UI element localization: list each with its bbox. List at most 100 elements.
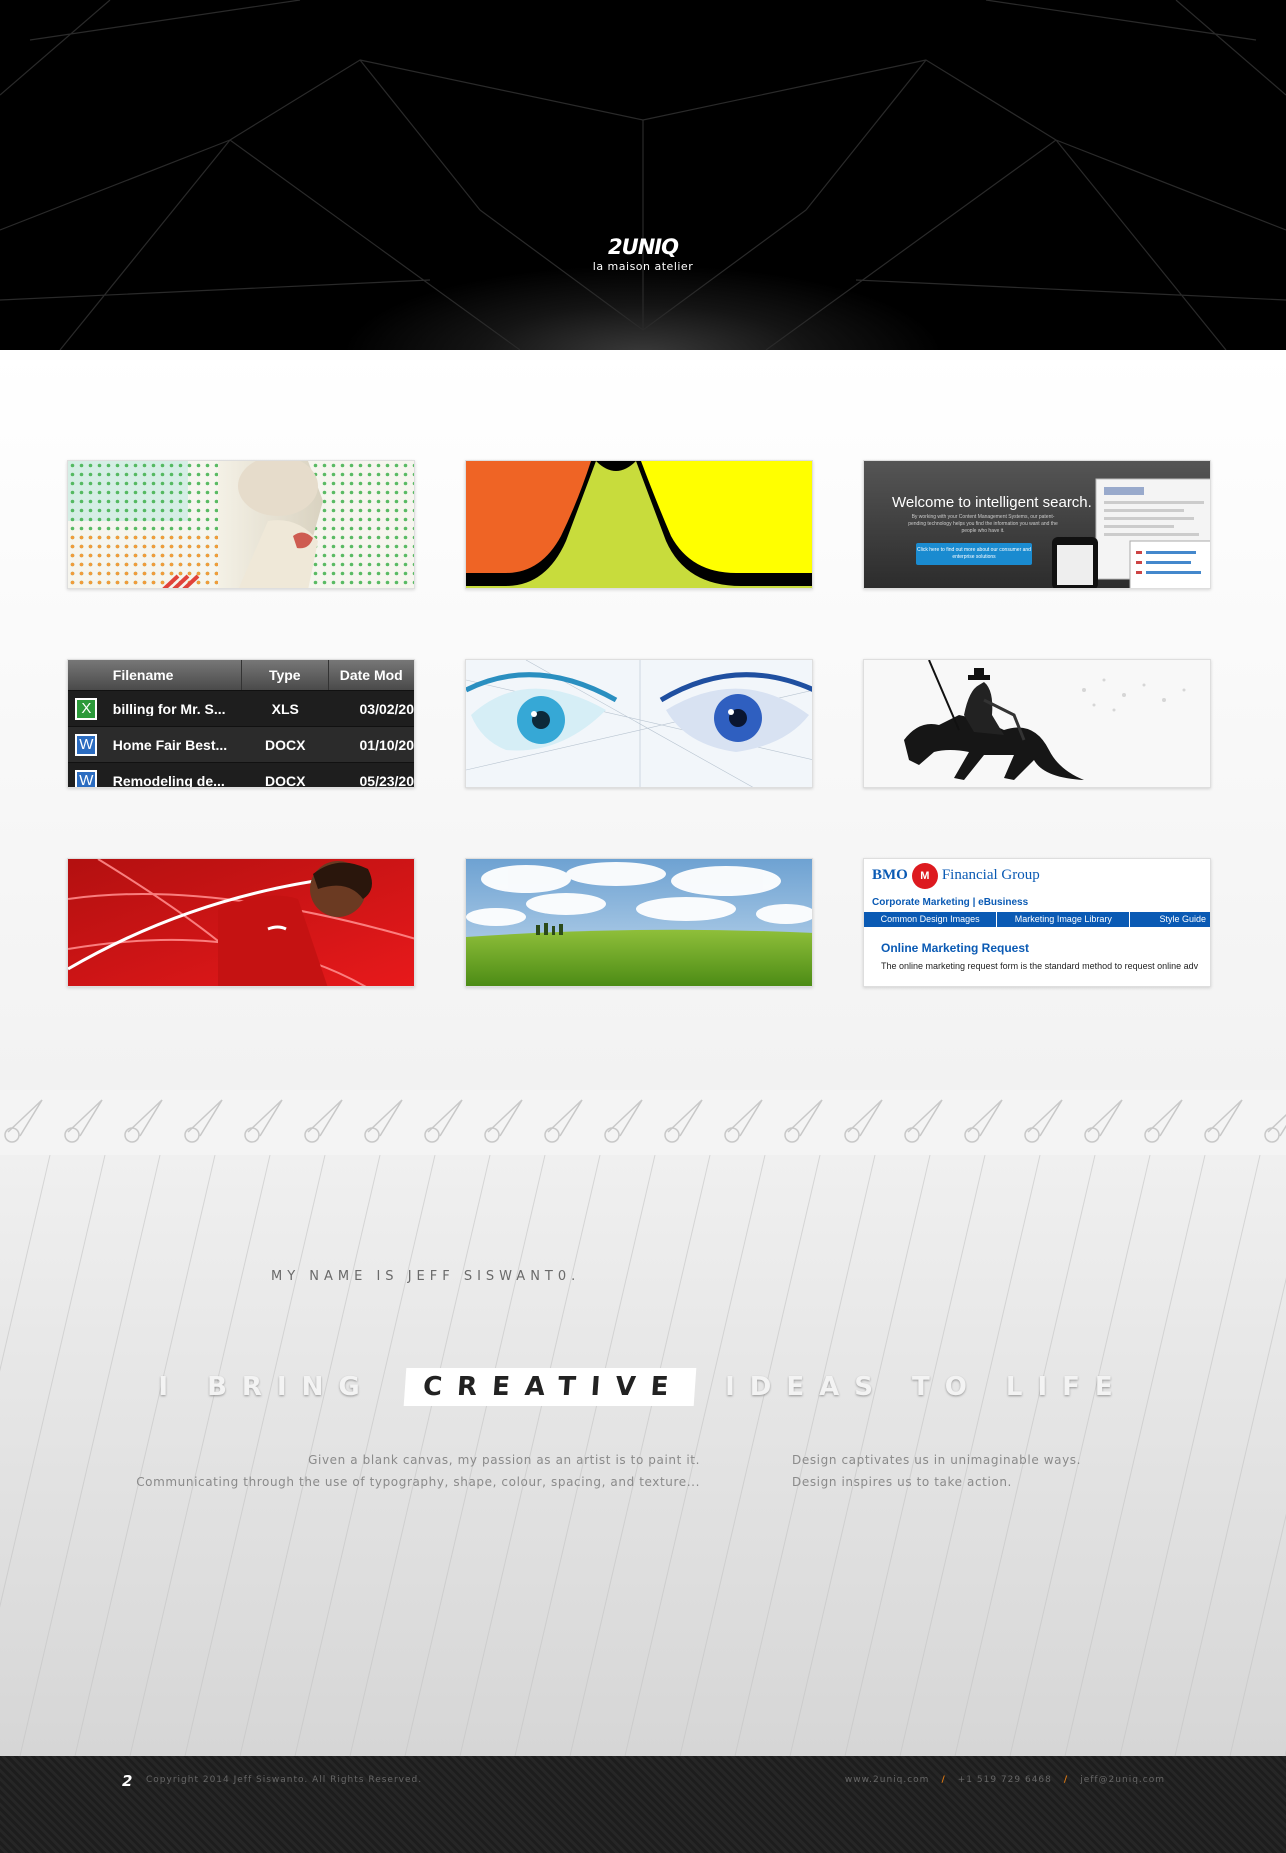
file-name: Remodeling de... — [112, 773, 225, 788]
portfolio-thumb-halftone-portrait[interactable] — [67, 460, 415, 589]
blade-icon — [844, 1099, 883, 1143]
file-type: XLS — [271, 700, 299, 717]
file-row: W Remodeling de... DOCX 05/23/20 — [68, 762, 415, 788]
file-date: 05/23/20 — [359, 773, 415, 788]
tagline-before: I BRING — [158, 1372, 375, 1402]
file-date: 03/02/20 — [359, 701, 415, 716]
diagonal-line — [1174, 1277, 1286, 1756]
bmo-nav-item: Marketing Image Library — [997, 912, 1131, 927]
blue-eyes-image — [466, 660, 812, 787]
blade-icon — [364, 1099, 403, 1143]
blade-icon — [664, 1099, 703, 1143]
halftone-portrait-image — [68, 461, 414, 588]
diagonal-line — [1229, 1513, 1286, 1756]
blade-icon — [544, 1099, 583, 1143]
file-type: DOCX — [265, 772, 306, 788]
blade-icon — [904, 1099, 943, 1143]
file-name: Home Fair Best... — [112, 737, 228, 752]
header-filename: Filename — [105, 660, 243, 690]
portfolio-thumb-file-table[interactable]: Filename Type Date Mod X billing for Mr.… — [67, 659, 415, 788]
file-row: W Home Fair Best... DOCX 01/10/20 — [68, 726, 414, 762]
search-ad-devices — [1052, 478, 1210, 588]
portfolio-thumb-bmo[interactable]: BMO M Financial Group Corporate Marketin… — [863, 858, 1211, 987]
file-name: billing for Mr. S... — [112, 701, 226, 716]
bmo-name: BMO — [872, 867, 908, 883]
blade-icon — [424, 1099, 463, 1143]
about-name: MY NAME IS JEFF SISWANT0. — [271, 1269, 581, 1284]
blade-icon — [604, 1099, 643, 1143]
footer-logo[interactable]: 2 — [122, 1772, 132, 1790]
footer-copyright: Copyright 2014 Jeff Siswanto. All Rights… — [146, 1775, 423, 1785]
blade-icon — [484, 1099, 523, 1143]
header-icon-column — [68, 660, 105, 690]
logo-tagline: la maison atelier — [592, 260, 694, 273]
bmo-financial-group: Financial Group — [941, 867, 1040, 883]
excel-icon: X — [75, 697, 98, 720]
diagonal-line — [0, 1155, 106, 1608]
blade-pattern — [4, 1099, 1286, 1143]
blade-icon — [1144, 1099, 1183, 1143]
footer: 2 Copyright 2014 Jeff Siswanto. All Righ… — [0, 1756, 1286, 1853]
word-icon: W — [75, 769, 98, 787]
file-type: DOCX — [265, 736, 306, 753]
blade-icon — [1264, 1114, 1286, 1143]
blade-icon — [1024, 1099, 1063, 1143]
blade-icon — [724, 1099, 763, 1143]
about-left-line-2: Communicating through the use of typogra… — [136, 1475, 700, 1489]
portfolio-thumb-intelligent-search[interactable]: Welcome to intelligent search. By workin… — [863, 460, 1211, 589]
bmo-header: BMO M Financial Group — [864, 859, 1210, 892]
separator-icon: / — [1063, 1775, 1069, 1785]
blade-divider — [0, 1090, 1286, 1155]
file-row: X billing for Mr. S... XLS 03/02/20 — [68, 690, 414, 726]
footer-email-link[interactable]: jeff@2uniq.com — [1080, 1775, 1165, 1785]
bmo-nav-item: Style Guide — [1159, 914, 1206, 924]
separator-icon: / — [941, 1775, 946, 1785]
blade-icon — [184, 1099, 223, 1143]
blade-icon — [1204, 1099, 1243, 1143]
portfolio-thumb-sprinter[interactable] — [67, 858, 415, 987]
tagline-highlight: CREATIVE — [403, 1368, 697, 1406]
bmo-heading: Online Marketing Request — [881, 941, 1030, 955]
diagonal-line — [0, 1155, 51, 1372]
bmo-subtitle: Corporate Marketing | eBusiness — [872, 897, 1029, 908]
portfolio-thumb-green-field[interactable] — [465, 858, 813, 987]
footer-phone[interactable]: +1 519 729 6468 — [958, 1775, 1052, 1785]
about-right-line-1: Design captivates us in unimaginable way… — [792, 1453, 1082, 1467]
horse-rider-image — [864, 660, 1210, 787]
bmo-nav: Common Design Images Marketing Image Lib… — [864, 912, 1210, 927]
file-date: 01/10/20 — [359, 737, 415, 752]
tagline-after: IDEAS TO LIFE — [725, 1372, 1128, 1402]
site-logo[interactable]: 2UNIQ la maison atelier — [0, 236, 1286, 274]
about-copy-right: Design captivates us in unimaginable way… — [792, 1449, 1081, 1493]
footer-contact: www.2uniq.com / +1 519 729 6468 / jeff@2uniq… — [845, 1775, 1165, 1785]
diagonal-line — [1064, 1155, 1206, 1756]
header-type: Type — [242, 660, 329, 690]
bmo-text: The online marketing request form is the… — [881, 961, 1199, 971]
header-banner: 2UNIQ la maison atelier — [0, 0, 1286, 350]
bmo-nav-item: Common Design Images — [864, 912, 998, 927]
word-icon: W — [75, 733, 98, 756]
diagonal-line — [1119, 1155, 1261, 1756]
about-left-line-1: Given a blank canvas, my passion as an a… — [308, 1453, 700, 1467]
sunglasses-graphic — [466, 461, 812, 588]
blade-icon — [64, 1099, 103, 1143]
blade-icon — [4, 1099, 43, 1143]
blade-icon — [304, 1099, 343, 1143]
blade-icon — [964, 1099, 1003, 1143]
bmo-roundel-icon: M — [911, 862, 938, 889]
about-right-line-2: Design inspires us to take action. — [792, 1475, 1012, 1489]
green-field-image — [466, 859, 812, 986]
header-lines-decoration — [0, 0, 1286, 350]
portfolio-thumb-blue-eyes[interactable] — [465, 659, 813, 788]
portfolio-thumb-sunglasses[interactable] — [465, 460, 813, 589]
sprinter-image — [68, 859, 414, 986]
footer-website-link[interactable]: www.2uniq.com — [845, 1775, 930, 1785]
header-date: Date Mod — [339, 668, 403, 682]
blade-icon — [244, 1099, 283, 1143]
portfolio-thumb-horse-rider[interactable] — [863, 659, 1211, 788]
logo-mark: 2UNIQ — [608, 235, 679, 259]
file-table-header: Filename Type Date Mod — [68, 660, 414, 690]
blade-icon — [784, 1099, 823, 1143]
blade-icon — [124, 1099, 163, 1143]
about-tagline: I BRING CREATIVE IDEAS TO LIFE — [0, 1368, 1286, 1406]
